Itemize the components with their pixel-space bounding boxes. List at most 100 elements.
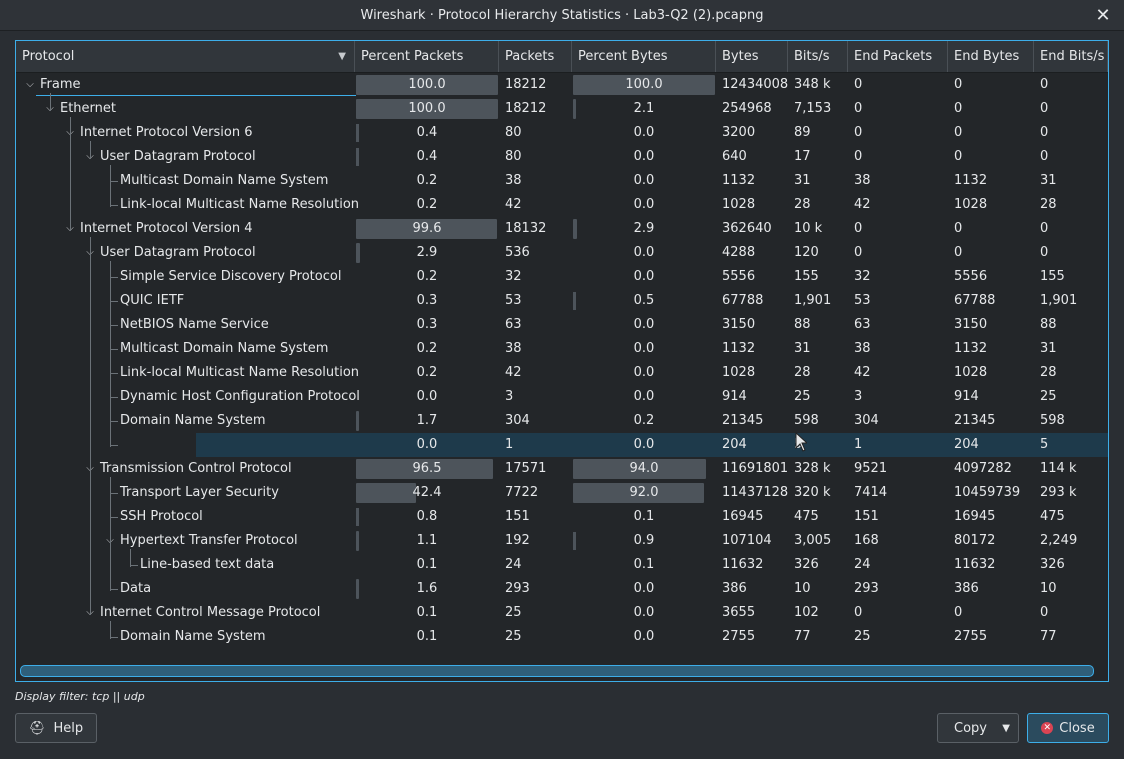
cell-value: 2,249 — [1040, 533, 1078, 548]
cell-bytes: 5556 — [716, 265, 788, 289]
close-button[interactable]: ✕ Close — [1027, 713, 1109, 743]
column-header-end-bytes[interactable]: End Bytes — [948, 41, 1034, 72]
column-header-protocol[interactable]: Protocol ▼ — [16, 41, 355, 72]
cell-end-bytes: 3150 — [948, 313, 1034, 337]
cell-end-bits: 0 — [1034, 241, 1108, 265]
cell-value: 475 — [794, 509, 819, 524]
tree-row[interactable]: ⌵Internet Protocol Version 6 0.4 80 0.0 3200… — [16, 121, 1108, 145]
cell-value: 204 — [954, 437, 979, 452]
cell-value: 0 — [954, 101, 963, 116]
tree-row[interactable]: ⌵User Datagram Protocol 0.4 80 0.0 640 17 0 0 0 — [16, 145, 1108, 169]
tree-row[interactable]: ⌵Transmission Control Protocol 96.5 17571 9… — [16, 457, 1108, 481]
tree-row[interactable]: QUIC IETF 0.3 53 0.5 67788 1,901 53 67788 1,901 — [16, 289, 1108, 313]
cell-bits: 320 k — [788, 481, 848, 505]
cell-value: 11437128 — [722, 485, 789, 500]
cell-packets: 293 — [499, 577, 572, 601]
cell-value: 53 — [505, 293, 522, 308]
tree-row[interactable]: Link-local Multicast Name Resolution 0.2 4… — [16, 193, 1108, 217]
cell-value: 0 — [854, 101, 863, 116]
protocol-cell: Data — [16, 577, 355, 601]
cell-end-packets: 25 — [848, 625, 948, 649]
cell-value: 5556 — [954, 269, 988, 284]
tree-row[interactable]: Link-local Multicast Name Resolution 0.2 4… — [16, 361, 1108, 385]
column-header-bits-s[interactable]: Bits/s — [788, 41, 848, 72]
protocol-name: Data — [120, 581, 152, 596]
column-header-bytes[interactable]: Bytes — [716, 41, 788, 72]
tree-guide-line — [110, 205, 118, 206]
help-button[interactable]: ⛑ Help — [15, 713, 97, 743]
tree-row[interactable]: Transport Layer Security 42.4 7722 92.0 1143… — [16, 481, 1108, 505]
column-header-packets[interactable]: Packets — [499, 41, 572, 72]
cell-pct-bytes: 0.0 — [572, 433, 716, 457]
cell-value: 0.8 — [416, 509, 438, 524]
cell-end-packets: 0 — [848, 601, 948, 625]
cell-end-bytes: 204 — [948, 433, 1034, 457]
cell-value: 0.9 — [633, 533, 655, 548]
tree-row[interactable]: Domain Name System 0.1 25 0.0 2755 77 25 2755 77 — [16, 625, 1108, 649]
window-close-icon[interactable]: ✕ — [1092, 4, 1114, 26]
protocol-cell: Transport Layer Security — [16, 481, 355, 505]
cell-pct-bytes: 0.2 — [572, 409, 716, 433]
tree-row[interactable]: Domain Name System 1.7 304 0.2 21345 598 304 21… — [16, 409, 1108, 433]
cell-value: 1,901 — [1040, 293, 1078, 308]
tree-guide-line — [110, 165, 111, 207]
cell-value: 0 — [854, 245, 863, 260]
cell-value: 10 — [1040, 581, 1057, 596]
cell-pct-packets: 0.2 — [355, 193, 499, 217]
column-header-percent-packets[interactable]: Percent Packets — [355, 41, 499, 72]
cell-pct-packets: 100.0 — [355, 97, 499, 121]
tree-row[interactable]: Simple Service Discovery Protocol 0.2 32 0.… — [16, 265, 1108, 289]
mouse-cursor-icon — [795, 432, 807, 452]
cell-value: 0.0 — [633, 389, 655, 404]
protocol-name: Multicast Domain Name System — [120, 341, 329, 356]
protocol-name: Hypertext Transfer Protocol — [120, 533, 298, 548]
tree-row[interactable]: Multicast Domain Name System 0.2 38 0.0 1132… — [16, 169, 1108, 193]
cell-value: 3 — [854, 389, 863, 404]
copy-button[interactable]: Copy ▼ — [937, 713, 1019, 743]
tree-row[interactable]: SSH Protocol 0.8 151 0.1 16945 475 151 16945 475 — [16, 505, 1108, 529]
cell-value: 80 — [505, 149, 522, 164]
column-header-end-bits-s[interactable]: End Bits/s — [1034, 41, 1108, 72]
tree-row[interactable]: NetBIOS Name Service 0.3 63 0.0 3150 88 63 3150… — [16, 313, 1108, 337]
cell-end-packets: 0 — [848, 97, 948, 121]
tree-row[interactable]: ⌵ Frame 100.0 18212 100.0 12434008 348 k 0 0 0 — [16, 73, 1108, 97]
tree-row[interactable]: ⌵Hypertext Transfer Protocol 1.1 192 0.9 107… — [16, 529, 1108, 553]
protocol-cell: ⌵ Frame — [16, 73, 355, 97]
tree-guide-line — [110, 301, 118, 302]
tree-row[interactable]: Data 1.6 293 0.0 386 10 293 386 10 — [16, 577, 1108, 601]
cell-value: 31 — [794, 173, 811, 188]
tree-row[interactable]: ⌵User Datagram Protocol 2.9 536 0.0 4288 120 0… — [16, 241, 1108, 265]
chevron-down-icon[interactable]: ▼ — [1002, 723, 1010, 734]
cell-value: 4097282 — [954, 461, 1012, 476]
cell-end-packets: 9521 — [848, 457, 948, 481]
protocol-hierarchy-tree[interactable]: Protocol ▼ Percent Packets Packets Percent B… — [15, 40, 1109, 682]
column-header-percent-bytes[interactable]: Percent Bytes — [572, 41, 716, 72]
cell-pct-packets: 0.3 — [355, 289, 499, 313]
cell-value: 100.0 — [408, 101, 446, 116]
cell-pct-bytes: 100.0 — [572, 73, 716, 97]
cell-value: 0.5 — [633, 293, 655, 308]
cell-value: 386 — [954, 581, 979, 596]
tree-row[interactable]: Dynamic Host Configuration Protocol 0.0 3 0… — [16, 385, 1108, 409]
cell-bits: 326 — [788, 553, 848, 577]
cell-value: 0.0 — [633, 437, 655, 452]
tree-row[interactable]: ⌵Ethernet 100.0 18212 2.1 254968 7,153 0 0 0 — [16, 97, 1108, 121]
cell-pct-bytes: 0.0 — [572, 121, 716, 145]
cell-value: 77 — [794, 629, 811, 644]
tree-guide-line — [110, 493, 118, 494]
tree-guide-line — [110, 517, 118, 518]
cell-value: 0.1 — [416, 605, 438, 620]
cell-value: 31 — [1040, 173, 1057, 188]
tree-row[interactable]: ⌵Internet Protocol Version 4 99.6 18132 2.9… — [16, 217, 1108, 241]
chevron-down-icon[interactable]: ⌵ — [24, 73, 36, 97]
tree-row[interactable]: Multicast Domain Name System 0.2 38 0.0 1132… — [16, 337, 1108, 361]
cell-packets: 63 — [499, 313, 572, 337]
horizontal-scrollbar[interactable] — [20, 665, 1094, 677]
cell-packets: 18212 — [499, 97, 572, 121]
column-header-end-packets[interactable]: End Packets — [848, 41, 948, 72]
tree-row[interactable]: Data0.010.0204512045 — [196, 433, 1108, 457]
tree-row[interactable]: Line-based text data 0.1 24 0.1 11632 326 24 11… — [16, 553, 1108, 577]
tree-row[interactable]: ⌵Internet Control Message Protocol 0.1 25 0… — [16, 601, 1108, 625]
cell-end-packets: 0 — [848, 217, 948, 241]
chevron-down-icon[interactable]: ▼ — [338, 41, 346, 72]
